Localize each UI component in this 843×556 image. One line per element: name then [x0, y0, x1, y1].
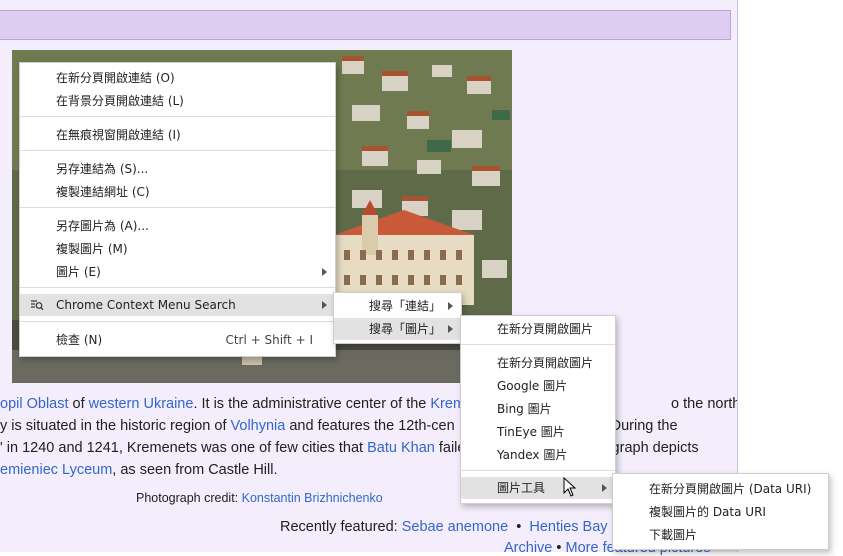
menu-search-link[interactable]: 搜尋「連結」 [334, 295, 461, 317]
menu-separator [20, 150, 335, 151]
menu-open-image-data-uri[interactable]: 在新分頁開啟圖片 (Data URI) [613, 478, 828, 500]
context-menu: 在新分頁開啟連結 (O) 在背景分頁開啟連結 (L) 在無痕視窗開啟連結 (I)… [19, 62, 336, 357]
article-line-1: opil Oblast of western Ukraine. It is th… [0, 393, 737, 415]
menu-save-link-as[interactable]: 另存連結為 (S)... [20, 158, 335, 180]
chevron-right-icon [602, 484, 607, 492]
menu-bing-images[interactable]: Bing 圖片 [461, 398, 615, 420]
text-segment: of [68, 396, 89, 412]
menu-image-submenu[interactable]: 圖片 (E) [20, 261, 335, 283]
menu-yandex-images[interactable]: Yandex 圖片 [461, 444, 615, 466]
menu-item-label: 複製圖片 (M) [56, 242, 128, 256]
menu-item-label: Bing 圖片 [497, 402, 552, 416]
text-segment: o the north-east [671, 396, 737, 412]
menu-item-label: 圖片工具 [497, 481, 546, 495]
menu-item-label: 圖片 (E) [56, 265, 101, 279]
text-segment: During the [610, 418, 678, 434]
menu-open-link-background[interactable]: 在背景分頁開啟連結 (L) [20, 90, 335, 112]
menu-item-label: 下載圖片 [649, 528, 698, 542]
menu-item-label: 複製圖片的 Data URI [649, 505, 766, 519]
menu-separator [461, 470, 615, 471]
menu-item-label: 複製連結網址 (C) [56, 185, 150, 199]
archive-separator: • [556, 540, 562, 556]
menu-open-link-incognito[interactable]: 在無痕視窗開啟連結 (I) [20, 124, 335, 146]
menu-item-label: 在背景分頁開啟連結 (L) [56, 94, 184, 108]
article-line-3: ' in 1240 and 1241, Kremenets was one of… [0, 437, 737, 459]
menu-item-label: Google 圖片 [497, 379, 568, 393]
menu-item-label: 搜尋「連結」 [369, 299, 442, 313]
menu-open-image-new-tab-2[interactable]: 在新分頁開啟圖片 [461, 352, 615, 374]
recent-link-1[interactable]: Sebae anemone [402, 519, 508, 535]
text-segment: . It is the administrative center of the [193, 396, 431, 412]
menu-image-tools[interactable]: 圖片工具 [461, 477, 615, 499]
menu-open-image-new-tab[interactable]: 在新分頁開啟圖片 [461, 318, 615, 340]
menu-separator [20, 321, 335, 322]
menu-inspect[interactable]: 檢查 (N) Ctrl + Shift + I [20, 329, 335, 351]
chevron-right-icon [448, 302, 453, 310]
photo-credit: Photograph credit: Konstantin Brizhniche… [136, 491, 383, 505]
text-segment: and features the 12th-cen [285, 418, 455, 434]
header-bar [0, 10, 731, 40]
mouse-cursor-icon [563, 477, 577, 497]
menu-separator [20, 207, 335, 208]
menu-download-image[interactable]: 下載圖片 [613, 524, 828, 546]
link-volhynia[interactable]: Volhynia [231, 418, 286, 434]
menu-tineye-images[interactable]: TinEye 圖片 [461, 421, 615, 443]
menu-copy-image[interactable]: 複製圖片 (M) [20, 238, 335, 260]
chevron-right-icon [322, 301, 327, 309]
menu-item-label: 搜尋「圖片」 [369, 322, 442, 336]
image-tools-submenu: 在新分頁開啟圖片 (Data URI) 複製圖片的 Data URI 下載圖片 [612, 473, 829, 550]
recently-featured: Recently featured: Sebae anemone • Henti… [280, 519, 608, 535]
link-lyceum[interactable]: emieniec Lyceum [0, 462, 112, 478]
link-batu-khan[interactable]: Batu Khan [367, 440, 435, 456]
search-list-icon [31, 300, 44, 311]
menu-open-link-new-tab[interactable]: 在新分頁開啟連結 (O) [20, 67, 335, 89]
menu-chrome-context-menu-search[interactable]: Chrome Context Menu Search [20, 294, 335, 316]
recent-separator: • [516, 519, 522, 535]
chevron-right-icon [322, 268, 327, 276]
menu-item-label: 在新分頁開啟圖片 [497, 356, 594, 370]
menu-google-images[interactable]: Google 圖片 [461, 375, 615, 397]
menu-item-shortcut: Ctrl + Shift + I [225, 333, 313, 347]
text-segment: ' in 1240 and 1241, Kremenets was one of… [0, 440, 368, 456]
article-line-2: y is situated in the historic region of … [0, 415, 737, 437]
text-segment: , as seen from Castle Hill. [112, 462, 278, 478]
image-search-submenu: 在新分頁開啟圖片 在新分頁開啟圖片 Google 圖片 Bing 圖片 TinE… [460, 315, 616, 504]
menu-separator [461, 344, 615, 345]
menu-item-label: 在無痕視窗開啟連結 (I) [56, 128, 181, 142]
menu-item-label: 另存圖片為 (A)... [56, 219, 149, 233]
menu-save-image-as[interactable]: 另存圖片為 (A)... [20, 215, 335, 237]
menu-item-label: 在新分頁開啟圖片 [497, 322, 594, 336]
text-segment: y is situated in the historic region of [0, 418, 231, 434]
archive-link[interactable]: Archive [504, 540, 552, 556]
menu-search-image[interactable]: 搜尋「圖片」 [334, 318, 461, 340]
menu-item-label: 在新分頁開啟圖片 (Data URI) [649, 482, 812, 496]
article-text: opil Oblast of western Ukraine. It is th… [0, 393, 737, 481]
link-oblast[interactable]: opil Oblast [0, 396, 69, 412]
menu-item-label: Yandex 圖片 [497, 448, 568, 462]
menu-separator [20, 287, 335, 288]
menu-item-label: 在新分頁開啟連結 (O) [56, 71, 175, 85]
menu-item-label: 檢查 (N) [56, 333, 103, 347]
chevron-right-icon [448, 325, 453, 333]
menu-separator [20, 116, 335, 117]
menu-item-label: TinEye 圖片 [497, 425, 565, 439]
text-segment: ograph depicts [603, 440, 699, 456]
recent-label: Recently featured: [280, 519, 402, 535]
menu-copy-link-address[interactable]: 複製連結網址 (C) [20, 181, 335, 203]
credit-label: Photograph credit: [136, 491, 242, 505]
menu-item-label: Chrome Context Menu Search [56, 298, 236, 312]
link-western-ukraine[interactable]: western Ukraine [89, 396, 194, 412]
search-submenu: 搜尋「連結」 搜尋「圖片」 [333, 292, 462, 344]
menu-item-label: 另存連結為 (S)... [56, 162, 149, 176]
menu-copy-image-data-uri[interactable]: 複製圖片的 Data URI [613, 501, 828, 523]
credit-link[interactable]: Konstantin Brizhnichenko [242, 491, 383, 505]
recent-link-2[interactable]: Henties Bay [529, 519, 607, 535]
